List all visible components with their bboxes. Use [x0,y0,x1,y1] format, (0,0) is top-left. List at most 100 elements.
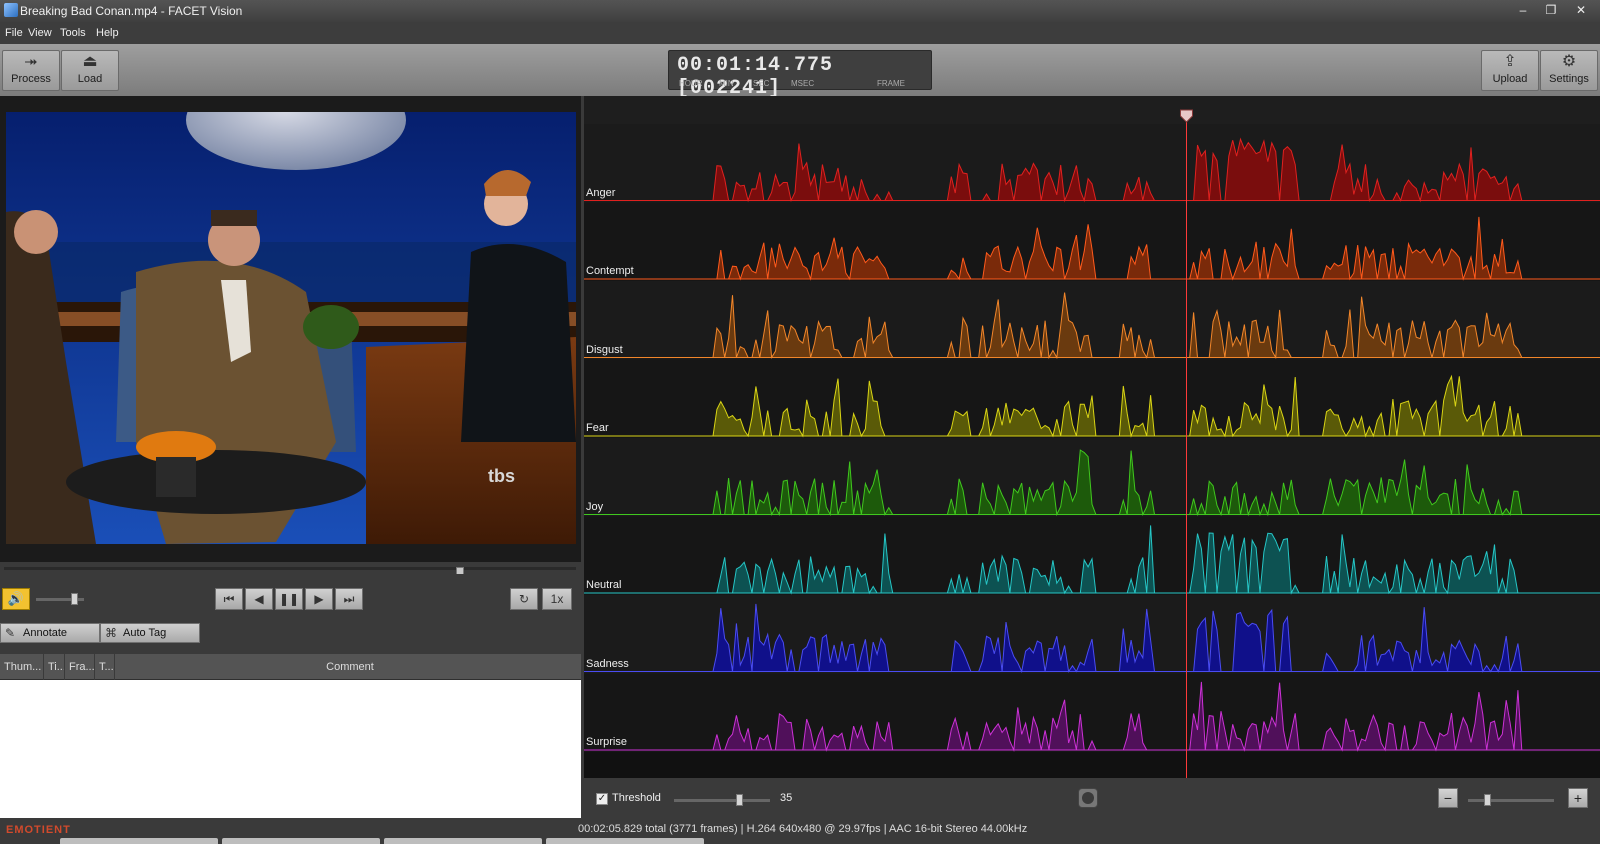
taskbar-item[interactable] [546,838,704,844]
facet-vision-window: Breaking Bad Conan.mp4 - FACET Vision – … [0,0,1600,844]
annotate-label: Annotate [23,627,68,639]
pause-button[interactable]: ❚❚ [275,588,303,610]
zoom-thumb[interactable] [1484,794,1491,806]
taskbar-item[interactable] [60,838,218,844]
title-bar: Breaking Bad Conan.mp4 - FACET Vision – … [0,0,1600,22]
timeline-ruler [584,96,1600,124]
gear-icon: ⚙ [1561,53,1577,70]
loop-button[interactable]: ↻ [510,588,538,610]
settings-button[interactable]: ⚙ Settings [1540,50,1598,91]
step-back-icon: ◀ [254,592,264,606]
channel-logo: tbs [488,466,515,486]
menu-tools[interactable]: Tools [60,27,86,39]
annotation-toolbar: ✎ Annotate ⌘ Auto Tag [0,616,581,652]
load-label: Load [77,73,103,85]
toolbar: ⯮ Process ⏏ Load 00:01:14.775 [002241] H… [0,44,1600,100]
menu-file[interactable]: File [5,27,23,39]
threshold-thumb[interactable] [736,794,743,806]
annotation-table-header: Thum... Ti... Fra... T... Comment [0,654,581,680]
threshold-value: 35 [780,792,793,804]
color-picker-button[interactable] [1078,788,1098,808]
step-forward-button[interactable]: ▶ [305,588,333,610]
timecode-label-sec: SEC [753,79,770,88]
menu-help[interactable]: Help [96,27,119,39]
column-thumbnail[interactable]: Thum... [0,654,44,680]
upload-button[interactable]: ⇪ Upload [1481,50,1539,91]
color-icon [1082,792,1094,804]
timecode-label-frame: FRAME [877,79,905,88]
skip-start-button[interactable]: ⏮ [215,588,243,610]
settings-label: Settings [1549,73,1589,85]
emotion-label-joy: Joy [586,500,604,513]
video-pane: tbs [0,96,581,562]
timecode-label-min: MIN [719,79,734,88]
auto-tag-button[interactable]: ⌘ Auto Tag [100,623,200,643]
skip-start-icon: ⏮ [223,592,235,606]
loop-icon: ↻ [518,592,530,606]
app-icon [4,3,18,17]
column-frame[interactable]: Fra... [65,654,95,680]
threshold-slider[interactable] [674,794,770,806]
column-time[interactable]: Ti... [44,654,65,680]
media-info: 00:02:05.829 total (3771 frames) | H.264… [578,823,1028,835]
volume-thumb[interactable] [71,593,78,605]
emotion-label-disgust: Disgust [586,343,623,356]
speaker-icon: 🔊 [7,591,25,606]
emotion-label-contempt: Contempt [586,265,634,277]
load-button[interactable]: ⏏ Load [61,50,119,91]
annotation-table-body[interactable] [0,680,581,818]
timecode-value: 00:01:14.775 [002241] [677,54,834,100]
scrubber-track[interactable] [4,567,576,579]
video-frame[interactable]: tbs [6,112,576,544]
timecode-display: 00:01:14.775 [002241] HOUR MIN SEC MSEC … [668,50,932,100]
video-scrubber[interactable] [0,562,581,579]
menu-bar: File View Tools Help [0,22,1600,44]
process-label: Process [11,73,51,85]
emotion-chart-svg [584,96,1600,778]
emotient-logo: EMOTIENT [6,824,71,836]
volume-button[interactable]: 🔊 [2,588,30,610]
process-button[interactable]: ⯮ Process [2,50,60,91]
step-forward-icon: ▶ [314,592,324,606]
timecode-label-msec: MSEC [791,79,815,88]
skip-end-icon: ⏭ [343,592,355,606]
emotion-label-anger: Anger [586,186,616,199]
playback-controls: 🔊 ⏮ ◀ ❚❚ ▶ ⏭ ↻ 1x [0,574,581,616]
pause-icon: ❚❚ [278,592,300,606]
status-bar: EMOTIENT 00:02:05.829 total (3771 frames… [0,818,1600,844]
taskbar-item[interactable] [222,838,380,844]
close-button[interactable]: ✕ [1571,2,1591,18]
speed-button[interactable]: 1x [542,588,572,610]
restore-button[interactable]: ❐ [1541,2,1561,18]
upload-icon: ⇪ [1503,53,1517,70]
step-back-button[interactable]: ◀ [245,588,273,610]
video-still: tbs [6,112,576,544]
emotion-timeline-chart[interactable]: Anger Contempt Disgust Fear Joy Neutral Sadnes… [584,96,1600,778]
emotion-label-fear: Fear [586,422,609,434]
load-icon: ⏏ [82,53,98,70]
annotate-icon: ✎ [5,626,16,640]
emotion-label-sadness: Sadness [586,657,629,670]
skip-end-button[interactable]: ⏭ [335,588,363,610]
column-type[interactable]: T... [95,654,115,680]
threshold-checkbox[interactable]: ✓ [596,793,608,805]
zoom-slider[interactable] [1468,794,1554,806]
auto-tag-label: Auto Tag [123,627,167,639]
timecode-label-hour: HOUR [679,79,703,88]
threshold-label: Threshold [612,792,661,804]
minimize-button[interactable]: – [1513,2,1533,18]
zoom-in-button[interactable]: + [1568,788,1588,808]
annotate-button[interactable]: ✎ Annotate [0,623,100,643]
emotion-label-neutral: Neutral [586,579,622,591]
process-icon: ⯮ [24,53,38,70]
taskbar-item[interactable] [384,838,542,844]
emotion-label-surprise: Surprise [586,736,627,748]
menu-view[interactable]: View [28,27,52,39]
column-comment[interactable]: Comment [115,654,581,680]
volume-slider[interactable] [36,593,84,605]
window-title: Breaking Bad Conan.mp4 - FACET Vision [20,4,243,18]
tag-icon: ⌘ [105,626,117,640]
chart-controls: ✓ Threshold 35 − + [584,778,1600,818]
upload-label: Upload [1492,73,1528,85]
zoom-out-button[interactable]: − [1438,788,1458,808]
